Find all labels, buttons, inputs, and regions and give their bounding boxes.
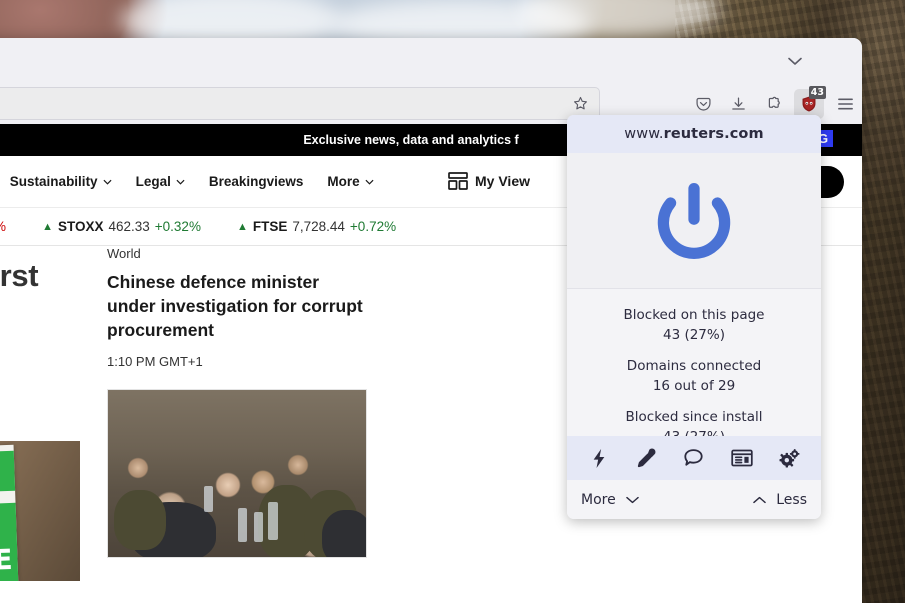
- stat-blocked-on-page: Blocked on this page 43 (27%): [567, 305, 821, 345]
- more-button[interactable]: More: [581, 492, 639, 508]
- more-label: More: [581, 491, 616, 508]
- stat-value: 43 (27%): [662, 327, 725, 343]
- popup-footer: More Less: [567, 480, 821, 519]
- ticker-change: +0.72%: [349, 219, 397, 234]
- hostname-domain: reuters.com: [663, 126, 764, 142]
- nav-label: Breakingviews: [208, 174, 304, 189]
- lightning-bolt-icon[interactable]: [584, 443, 614, 473]
- ticker-item[interactable]: ▲ FTSE 7,728.44 +0.72%: [237, 219, 396, 234]
- nav-label: Sustainability: [9, 174, 98, 189]
- article-photo[interactable]: [107, 389, 367, 558]
- nav-label: Legal: [135, 174, 171, 189]
- ublock-origin-popup: www. reuters.com Blocked on this page 43 …: [567, 115, 821, 519]
- ticker-item[interactable]: ▲ STOXX 462.33 +0.32%: [42, 219, 201, 234]
- hostname-prefix: www.: [624, 126, 664, 142]
- chevron-up-icon: [753, 496, 767, 503]
- url-bar[interactable]: [0, 87, 600, 120]
- chevron-down-icon: [103, 179, 112, 185]
- chevron-down-icon: [365, 179, 374, 185]
- ticker-symbol: FTSE: [252, 219, 288, 234]
- ticker-symbol: STOXX: [57, 219, 104, 234]
- nav-item-legal[interactable]: Legal: [136, 174, 185, 189]
- ticker-arrow-up-icon: ▲: [42, 220, 53, 233]
- ticker-arrow-up-icon: ▲: [236, 220, 248, 233]
- my-view-button[interactable]: My View: [448, 172, 530, 190]
- article-card: World Chinese defence minister under inv…: [107, 246, 369, 558]
- ticker-change: -0.55%: [0, 219, 6, 234]
- promo-banner-text: Exclusive news, data and analytics f: [303, 133, 519, 147]
- article-kicker[interactable]: World: [107, 246, 369, 261]
- power-button-area: [567, 153, 821, 289]
- ticker-item[interactable]: 4.40 -0.55%: [0, 219, 6, 234]
- ticker-value: 462.33: [108, 219, 150, 234]
- less-button[interactable]: Less: [753, 492, 807, 508]
- article-headline[interactable]: Chinese defence minister under investiga…: [107, 270, 369, 342]
- lead-story-headline[interactable]: Three first ike: [0, 256, 80, 336]
- gears-icon[interactable]: [774, 443, 804, 473]
- stat-value: 16 out of 29: [652, 378, 736, 394]
- nav-item-sustainability[interactable]: Sustainability: [10, 174, 112, 189]
- eyedropper-icon[interactable]: [631, 443, 661, 473]
- power-icon[interactable]: [649, 176, 739, 266]
- ticker-value: 7,728.44: [292, 219, 345, 234]
- report-list-icon[interactable]: [727, 443, 757, 473]
- banquet-crowd-image: [108, 390, 366, 557]
- article-timestamp: 1:10 PM GMT+1: [107, 354, 203, 369]
- nav-label: More: [327, 174, 360, 189]
- popup-hostname: www. reuters.com: [567, 115, 821, 153]
- dashboard-grid-icon: [448, 172, 468, 190]
- tab-list-chevron-icon[interactable]: [784, 50, 806, 72]
- stat-label: Domains connected: [626, 358, 762, 374]
- ublock-blocked-count-badge: 43: [808, 86, 826, 99]
- my-view-label: My View: [475, 173, 530, 189]
- tab-strip: [0, 38, 862, 83]
- ticker-change: +0.32%: [154, 219, 201, 234]
- nav-item-breakingviews[interactable]: Breakingviews: [209, 174, 304, 189]
- chevron-down-icon: [625, 496, 639, 503]
- stat-label: Blocked since install: [625, 409, 763, 425]
- chevron-down-icon: [176, 179, 185, 185]
- lead-story-photo[interactable]: UAW ON STRIKE: [0, 441, 80, 581]
- hamburger-menu-icon[interactable]: [830, 89, 860, 119]
- stat-label: Blocked on this page: [623, 307, 765, 323]
- less-label: Less: [776, 491, 807, 508]
- popup-tool-buttons: [567, 436, 821, 480]
- star-icon[interactable]: [569, 93, 591, 115]
- nav-item-more[interactable]: More: [327, 174, 374, 189]
- stat-domains-connected: Domains connected 16 out of 29: [567, 356, 821, 396]
- speech-bubble-icon[interactable]: [679, 443, 709, 473]
- uaw-strike-placard-image: UAW ON STRIKE: [0, 441, 80, 581]
